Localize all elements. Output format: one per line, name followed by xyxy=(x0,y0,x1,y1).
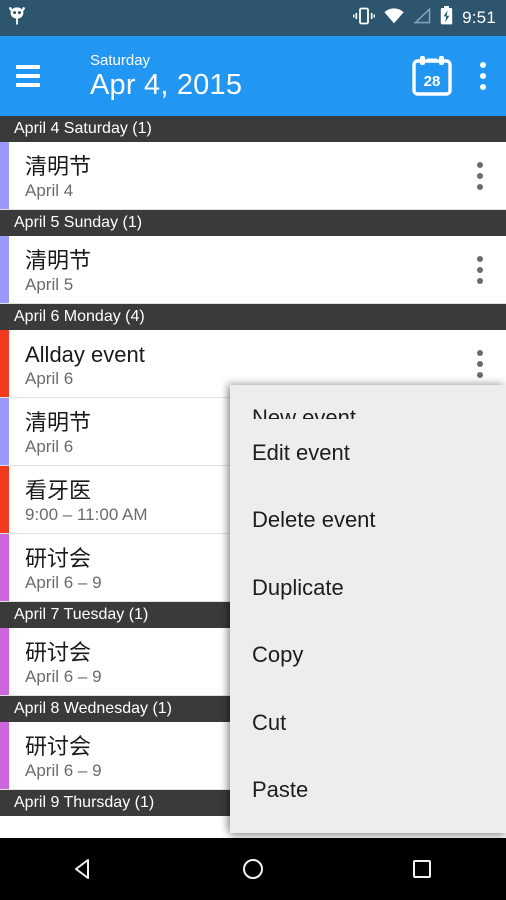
context-menu-item-label: Delete event xyxy=(252,507,376,533)
toolbar-weekday: Saturday xyxy=(90,51,151,69)
android-app-notification-icon xyxy=(8,6,26,31)
event-color-strip xyxy=(0,398,9,465)
overflow-menu-icon[interactable] xyxy=(460,62,506,90)
context-menu-item[interactable]: Edit event xyxy=(230,419,506,487)
event-color-strip xyxy=(0,330,9,397)
event-color-strip xyxy=(0,534,9,601)
event-overflow-icon[interactable] xyxy=(454,142,506,209)
context-menu-item-label: Duplicate xyxy=(252,574,344,600)
event-title: 清明节 xyxy=(25,248,92,273)
home-circle-icon[interactable] xyxy=(213,838,293,900)
app-toolbar: Saturday Apr 4, 2015 28 xyxy=(0,36,506,116)
context-menu-item-label: Cut xyxy=(252,709,287,735)
phone-screen: 9:51 Saturday Apr 4, 2015 28 April 4 Sat… xyxy=(0,0,506,900)
hamburger-menu-icon[interactable] xyxy=(0,65,56,87)
toolbar-date: Apr 4, 2015 xyxy=(90,68,243,101)
context-menu-item-label: Paste xyxy=(252,777,309,803)
battery-charging-icon xyxy=(440,6,453,30)
event-color-strip xyxy=(0,466,9,533)
agenda-day-header: April 4 Saturday (1) xyxy=(0,116,506,142)
context-menu-item[interactable]: Paste xyxy=(230,757,506,825)
event-title: 清明节 xyxy=(25,154,92,179)
event-subtitle: April 4 xyxy=(25,181,74,201)
toolbar-title[interactable]: Saturday Apr 4, 2015 xyxy=(56,53,404,100)
context-menu-item[interactable]: Duplicate xyxy=(230,554,506,622)
event-color-strip xyxy=(0,142,9,209)
context-menu-item[interactable]: Delete event xyxy=(230,487,506,555)
today-calendar-icon[interactable]: 28 xyxy=(404,53,460,99)
context-menu-item[interactable]: Copy xyxy=(230,622,506,690)
android-navigation-bar xyxy=(0,838,506,900)
recents-square-icon[interactable] xyxy=(382,838,462,900)
back-triangle-icon[interactable] xyxy=(44,838,124,900)
status-bar: 9:51 xyxy=(0,0,506,36)
agenda-event-row[interactable]: 清明节 April 5 xyxy=(0,236,506,304)
event-title: Allday event xyxy=(25,342,145,367)
event-color-strip xyxy=(0,236,9,303)
wifi-icon xyxy=(384,7,404,29)
agenda-day-header: April 5 Sunday (1) xyxy=(0,210,506,236)
agenda-event-row[interactable]: 清明节 April 4 xyxy=(0,142,506,210)
cell-signal-icon xyxy=(413,6,431,29)
today-calendar-day-number: 28 xyxy=(424,73,441,90)
event-context-menu[interactable]: New event Edit event Delete event Duplicate… xyxy=(230,385,506,833)
status-bar-notifications xyxy=(8,6,353,31)
event-subtitle: April 5 xyxy=(25,275,74,295)
event-text: 清明节 April 4 xyxy=(9,142,454,209)
context-menu-item-label: Copy xyxy=(252,642,304,668)
context-menu-item[interactable]: New event xyxy=(230,385,506,419)
context-menu-item-label: Edit event xyxy=(252,439,350,465)
context-menu-item[interactable]: Cut xyxy=(230,689,506,757)
vibrate-icon xyxy=(353,7,376,30)
context-menu-item-label: New event xyxy=(252,405,356,419)
event-color-strip xyxy=(0,628,9,695)
agenda-day-header: April 6 Monday (4) xyxy=(0,304,506,330)
event-text: 清明节 April 5 xyxy=(9,236,454,303)
event-color-strip xyxy=(0,722,9,789)
status-bar-icons: 9:51 xyxy=(353,6,496,30)
status-bar-clock: 9:51 xyxy=(462,8,496,27)
event-overflow-icon[interactable] xyxy=(454,236,506,303)
